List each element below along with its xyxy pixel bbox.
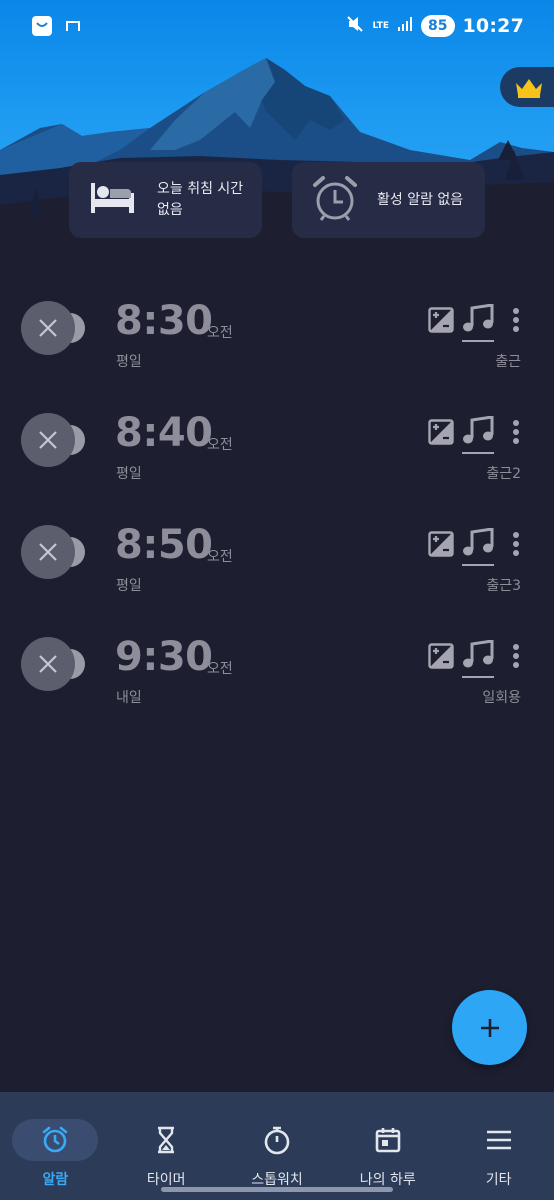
alarm-label: 일회용 — [482, 690, 521, 706]
alarm-repeat: 평일 — [116, 578, 142, 594]
more-vert-icon[interactable] — [507, 418, 525, 446]
notification-icon — [66, 17, 80, 36]
bottom-navigation: 알람 타이머 스톱워치 나의 하루 기타 — [0, 1092, 554, 1200]
music-note-icon[interactable] — [461, 302, 495, 336]
sound-indicator — [462, 676, 494, 678]
music-note-icon[interactable] — [461, 526, 495, 560]
close-icon — [21, 525, 75, 579]
alarm-repeat: 내일 — [116, 690, 142, 706]
alarm-toggle[interactable] — [21, 301, 87, 355]
alarm-ampm: 오전 — [207, 661, 233, 677]
more-vert-icon[interactable] — [507, 642, 525, 670]
home-indicator[interactable] — [161, 1187, 393, 1192]
stopwatch-icon — [234, 1119, 320, 1161]
alarm-repeat: 평일 — [116, 466, 142, 482]
alarm-item[interactable]: 8:30 오전 평일 출근 — [0, 290, 554, 402]
alarm-toggle[interactable] — [21, 525, 87, 579]
status-bar: LTE 85 10:27 — [0, 0, 554, 52]
alarm-time: 8:30 — [115, 298, 213, 344]
photo-mission-icon[interactable] — [427, 418, 455, 446]
alarm-time: 8:40 — [115, 410, 213, 456]
alarm-label: 출근3 — [486, 578, 521, 594]
nav-stopwatch[interactable]: 스톱워치 — [222, 1092, 333, 1200]
menu-icon — [456, 1119, 542, 1161]
alarm-icon — [12, 1119, 99, 1161]
more-vert-icon[interactable] — [507, 306, 525, 334]
premium-button[interactable] — [500, 67, 554, 107]
alarm-repeat: 평일 — [116, 354, 142, 370]
alarm-item[interactable]: 8:50 오전 평일 출근3 — [0, 514, 554, 626]
bed-icon — [89, 181, 139, 219]
lte-indicator: LTE — [372, 20, 390, 31]
alarm-clock-icon — [312, 175, 360, 225]
close-icon — [21, 301, 75, 355]
add-alarm-button[interactable] — [452, 990, 527, 1065]
alarm-label: 출근 — [495, 354, 521, 370]
alarm-time: 8:50 — [115, 522, 213, 568]
alarm-toggle[interactable] — [21, 637, 87, 691]
crown-icon — [516, 79, 542, 98]
nav-more[interactable]: 기타 — [443, 1092, 554, 1200]
nav-alarm[interactable]: 알람 — [0, 1092, 111, 1200]
bedtime-card[interactable]: 오늘 취침 시간 없음 — [69, 162, 262, 238]
nav-my-day-label: 나의 하루 — [359, 1172, 416, 1188]
mute-icon — [346, 15, 364, 37]
alarm-ampm: 오전 — [207, 325, 233, 341]
more-vert-icon[interactable] — [507, 530, 525, 558]
close-icon — [21, 413, 75, 467]
alarm-ampm: 오전 — [207, 549, 233, 565]
sound-indicator — [462, 564, 494, 566]
alarm-ampm: 오전 — [207, 437, 233, 453]
nav-more-label: 기타 — [485, 1172, 512, 1188]
photo-mission-icon[interactable] — [427, 530, 455, 558]
music-note-icon[interactable] — [461, 414, 495, 448]
photo-mission-icon[interactable] — [427, 642, 455, 670]
calendar-icon — [345, 1119, 431, 1161]
nav-my-day[interactable]: 나의 하루 — [332, 1092, 443, 1200]
active-alarm-card[interactable]: 활성 알람 없음 — [292, 162, 485, 238]
music-note-icon[interactable] — [461, 638, 495, 672]
nav-timer[interactable]: 타이머 — [111, 1092, 222, 1200]
hourglass-icon — [123, 1119, 209, 1161]
photo-mission-icon[interactable] — [427, 306, 455, 334]
plus-icon — [480, 1018, 499, 1037]
status-time: 10:27 — [462, 15, 524, 37]
sound-indicator — [462, 340, 494, 342]
alarm-item[interactable]: 8:40 오전 평일 출근2 — [0, 402, 554, 514]
sound-indicator — [462, 452, 494, 454]
active-alarm-text: 활성 알람 없음 — [377, 191, 464, 208]
alarm-label: 출근2 — [486, 466, 521, 482]
alarm-item[interactable]: 9:30 오전 내일 일회용 — [0, 626, 554, 738]
alarm-time: 9:30 — [115, 634, 213, 680]
nav-alarm-label: 알람 — [42, 1172, 69, 1188]
close-icon — [21, 637, 75, 691]
alarm-list: 8:30 오전 평일 출근 8:40 오전 평일 출근2 8:50 오전 평일 … — [0, 290, 554, 738]
bedtime-text-line2: 없음 — [157, 202, 183, 218]
battery-indicator: 85 — [421, 15, 455, 37]
shopping-bag-icon — [32, 16, 52, 36]
alarm-toggle[interactable] — [21, 413, 87, 467]
bedtime-text-line1: 오늘 취침 시간 — [157, 181, 244, 197]
nav-stopwatch-label: 스톱워치 — [251, 1172, 303, 1188]
nav-timer-label: 타이머 — [146, 1172, 186, 1188]
signal-icon — [397, 16, 413, 36]
